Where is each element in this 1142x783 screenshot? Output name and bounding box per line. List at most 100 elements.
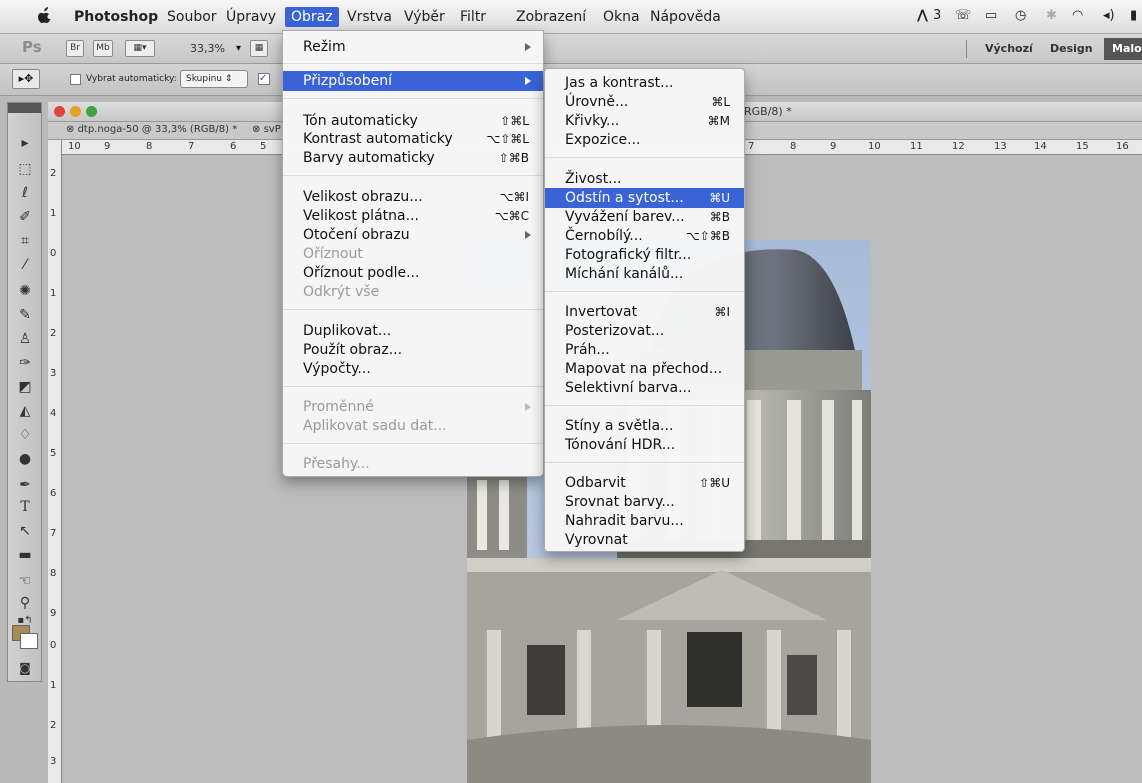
menu-item-nahradit-barvu[interactable]: Nahradit barvu... bbox=[545, 511, 744, 531]
adobe-icon[interactable]: ⋀ bbox=[917, 8, 928, 23]
menu-vyber[interactable]: Výběr bbox=[404, 9, 445, 25]
menu-item-velikost-obrazu[interactable]: Velikost obrazu... ⌥⌘I bbox=[283, 187, 543, 207]
menu-item-vyrovnat[interactable]: Vyrovnat bbox=[545, 530, 744, 550]
bridge-button[interactable]: Br bbox=[66, 40, 84, 57]
menu-item-vypocty[interactable]: Výpočty... bbox=[283, 359, 543, 379]
menu-item-pouzit-obraz[interactable]: Použít obraz... bbox=[283, 340, 543, 360]
marquee-tool-icon[interactable]: ⬚ bbox=[12, 159, 38, 179]
menu-item-odbarvit[interactable]: Odbarvit ⇧⌘U bbox=[545, 473, 744, 493]
arrange-documents-button[interactable]: ▦ bbox=[250, 40, 268, 57]
paint-bucket-tool-icon[interactable]: ◭ bbox=[12, 401, 38, 421]
ruler-label: 8 bbox=[790, 141, 797, 152]
menu-item-velikost-platna[interactable]: Velikost plátna... ⌥⌘C bbox=[283, 206, 543, 226]
menu-item-aplikovat-sadu-dat[interactable]: Aplikovat sadu dat... bbox=[283, 416, 543, 436]
menu-item-rezim[interactable]: Režim bbox=[283, 37, 543, 57]
menu-item-selektivni-barva[interactable]: Selektivní barva... bbox=[545, 378, 744, 398]
hand-tool-icon[interactable]: ☜ bbox=[12, 571, 38, 591]
menu-vrstva[interactable]: Vrstva bbox=[347, 9, 392, 25]
move-tool-preset-icon[interactable]: ▸✥ bbox=[12, 69, 40, 89]
volume-icon[interactable]: ◂) bbox=[1103, 8, 1115, 23]
menu-item-cernobily[interactable]: Černobílý... ⌥⇧⌘B bbox=[545, 226, 744, 246]
history-brush-tool-icon[interactable]: ✑ bbox=[12, 353, 38, 373]
menu-item-oriznout[interactable]: Oříznout bbox=[283, 244, 543, 264]
menu-item-promenne[interactable]: Proměnné bbox=[283, 397, 543, 417]
menu-item-zivost[interactable]: Živost... bbox=[545, 169, 744, 189]
menu-item-kontrast-automaticky[interactable]: Kontrast automaticky ⌥⇧⌘L bbox=[283, 129, 543, 149]
zoom-tool-icon[interactable]: ⚲ bbox=[12, 593, 38, 613]
wifi-icon[interactable]: ◠ bbox=[1072, 8, 1083, 23]
menu-upravy[interactable]: Úpravy bbox=[226, 9, 276, 25]
auto-select-dropdown[interactable]: Skupinu ⇕ bbox=[180, 70, 248, 88]
menu-filtr[interactable]: Filtr bbox=[460, 9, 486, 25]
close-window-icon[interactable] bbox=[54, 106, 65, 117]
background-color-swatch[interactable] bbox=[20, 633, 38, 649]
menu-napoveda[interactable]: Nápověda bbox=[650, 9, 721, 25]
eraser-tool-icon[interactable]: ◩ bbox=[12, 377, 38, 397]
menu-item-prah[interactable]: Práh... bbox=[545, 340, 744, 360]
menu-item-posterizovat[interactable]: Posterizovat... bbox=[545, 321, 744, 341]
crop-tool-icon[interactable]: ⌗ bbox=[12, 231, 38, 251]
apple-icon[interactable] bbox=[37, 6, 53, 24]
menu-item-urovne[interactable]: Úrovně... ⌘L bbox=[545, 92, 744, 112]
auto-select-checkbox[interactable] bbox=[70, 74, 81, 85]
menu-item-jas-a-kontrast[interactable]: Jas a kontrast... bbox=[545, 73, 744, 93]
quick-selection-tool-icon[interactable]: ✐ bbox=[12, 207, 38, 227]
rectangle-tool-icon[interactable]: ▬ bbox=[12, 545, 38, 565]
menu-okna[interactable]: Okna bbox=[603, 9, 640, 25]
display-icon[interactable]: ▭ bbox=[985, 8, 997, 23]
workspace-malo[interactable]: Malo bbox=[1104, 38, 1142, 60]
menu-item-michani-kanalu[interactable]: Míchání kanálů... bbox=[545, 264, 744, 284]
menu-item-mapovat-na-prechod[interactable]: Mapovat na přechod... bbox=[545, 359, 744, 379]
tab-dtp-noga[interactable]: ⊗ dtp.noga-50 @ 33,3% (RGB/8) * bbox=[66, 124, 237, 135]
clone-stamp-tool-icon[interactable]: ♙ bbox=[12, 329, 38, 349]
workspace-design[interactable]: Design bbox=[1050, 42, 1093, 55]
phone-icon[interactable]: ☏ bbox=[955, 8, 971, 23]
zoom-dropdown-icon[interactable]: ▾ bbox=[236, 43, 241, 54]
quick-mask-icon[interactable]: ◙ bbox=[12, 658, 38, 678]
minimize-window-icon[interactable] bbox=[70, 106, 81, 117]
menu-item-odstin-a-sytost[interactable]: Odstín a sytost... ⌘U bbox=[545, 188, 744, 208]
menu-obraz[interactable]: Obraz bbox=[285, 7, 339, 27]
tab-svp[interactable]: ⊗ svP bbox=[252, 124, 281, 135]
move-tool-icon[interactable]: ▸ bbox=[12, 133, 38, 153]
time-machine-icon[interactable]: ◷ bbox=[1015, 8, 1026, 23]
menu-zobrazeni[interactable]: Zobrazení bbox=[516, 9, 586, 25]
healing-brush-tool-icon[interactable]: ✺ bbox=[12, 281, 38, 301]
status-count[interactable]: 3 bbox=[933, 8, 941, 23]
zoom-window-icon[interactable] bbox=[86, 106, 97, 117]
view-extras-button[interactable]: ▦▾ bbox=[125, 40, 155, 57]
eyedropper-tool-icon[interactable]: ⁄ bbox=[12, 255, 38, 275]
menu-item-vyvazeni-barev[interactable]: Vyvážení barev... ⌘B bbox=[545, 207, 744, 227]
brush-tool-icon[interactable]: ✎ bbox=[12, 305, 38, 325]
menu-item-fotograficky-filtr[interactable]: Fotografický filtr... bbox=[545, 245, 744, 265]
bluetooth-icon[interactable]: ✱ bbox=[1046, 8, 1057, 23]
menu-item-otoceni-obrazu[interactable]: Otočení obrazu bbox=[283, 225, 543, 245]
menu-item-barvy-automaticky[interactable]: Barvy automaticky ⇧⌘B bbox=[283, 148, 543, 168]
show-transform-checkbox[interactable]: ✓ bbox=[258, 73, 270, 85]
workspace-vychozi[interactable]: Výchozí bbox=[985, 42, 1033, 55]
menu-soubor[interactable]: Soubor bbox=[167, 9, 217, 25]
menu-item-tonovani-hdr[interactable]: Tónování HDR... bbox=[545, 435, 744, 455]
blur-tool-icon[interactable]: ♢ bbox=[12, 425, 38, 445]
menu-item-krivky[interactable]: Křivky... ⌘M bbox=[545, 111, 744, 131]
path-selection-tool-icon[interactable]: ↖ bbox=[12, 521, 38, 541]
menu-item-srovnat-barvy[interactable]: Srovnat barvy... bbox=[545, 492, 744, 512]
menu-item-ton-automaticky[interactable]: Tón automaticky ⇧⌘L bbox=[283, 111, 543, 131]
menu-item-invertovat[interactable]: Invertovat ⌘I bbox=[545, 302, 744, 322]
menu-photoshop[interactable]: Photoshop bbox=[74, 9, 158, 25]
type-tool-icon[interactable]: T bbox=[12, 497, 38, 517]
menu-item-presahy[interactable]: Přesahy... bbox=[283, 454, 543, 474]
battery-icon[interactable]: ▮ bbox=[1130, 8, 1137, 23]
menu-item-odkryt-vse[interactable]: Odkrýt vše bbox=[283, 282, 543, 302]
menu-item-oriznout-podle[interactable]: Oříznout podle... bbox=[283, 263, 543, 283]
menu-item-duplikovat[interactable]: Duplikovat... bbox=[283, 321, 543, 341]
mini-bridge-button[interactable]: Mb bbox=[93, 40, 113, 57]
menu-item-stiny-a-svetla[interactable]: Stíny a světla... bbox=[545, 416, 744, 436]
dodge-tool-icon[interactable]: ● bbox=[12, 449, 38, 469]
menu-item-expozice[interactable]: Expozice... bbox=[545, 130, 744, 150]
zoom-level[interactable]: 33,3% bbox=[190, 42, 225, 55]
lasso-tool-icon[interactable]: ℓ bbox=[12, 183, 38, 203]
menu-item-prizpusobeni[interactable]: Přizpůsobení bbox=[283, 71, 543, 91]
tools-panel-header[interactable] bbox=[8, 103, 41, 113]
pen-tool-icon[interactable]: ✒ bbox=[12, 475, 38, 495]
